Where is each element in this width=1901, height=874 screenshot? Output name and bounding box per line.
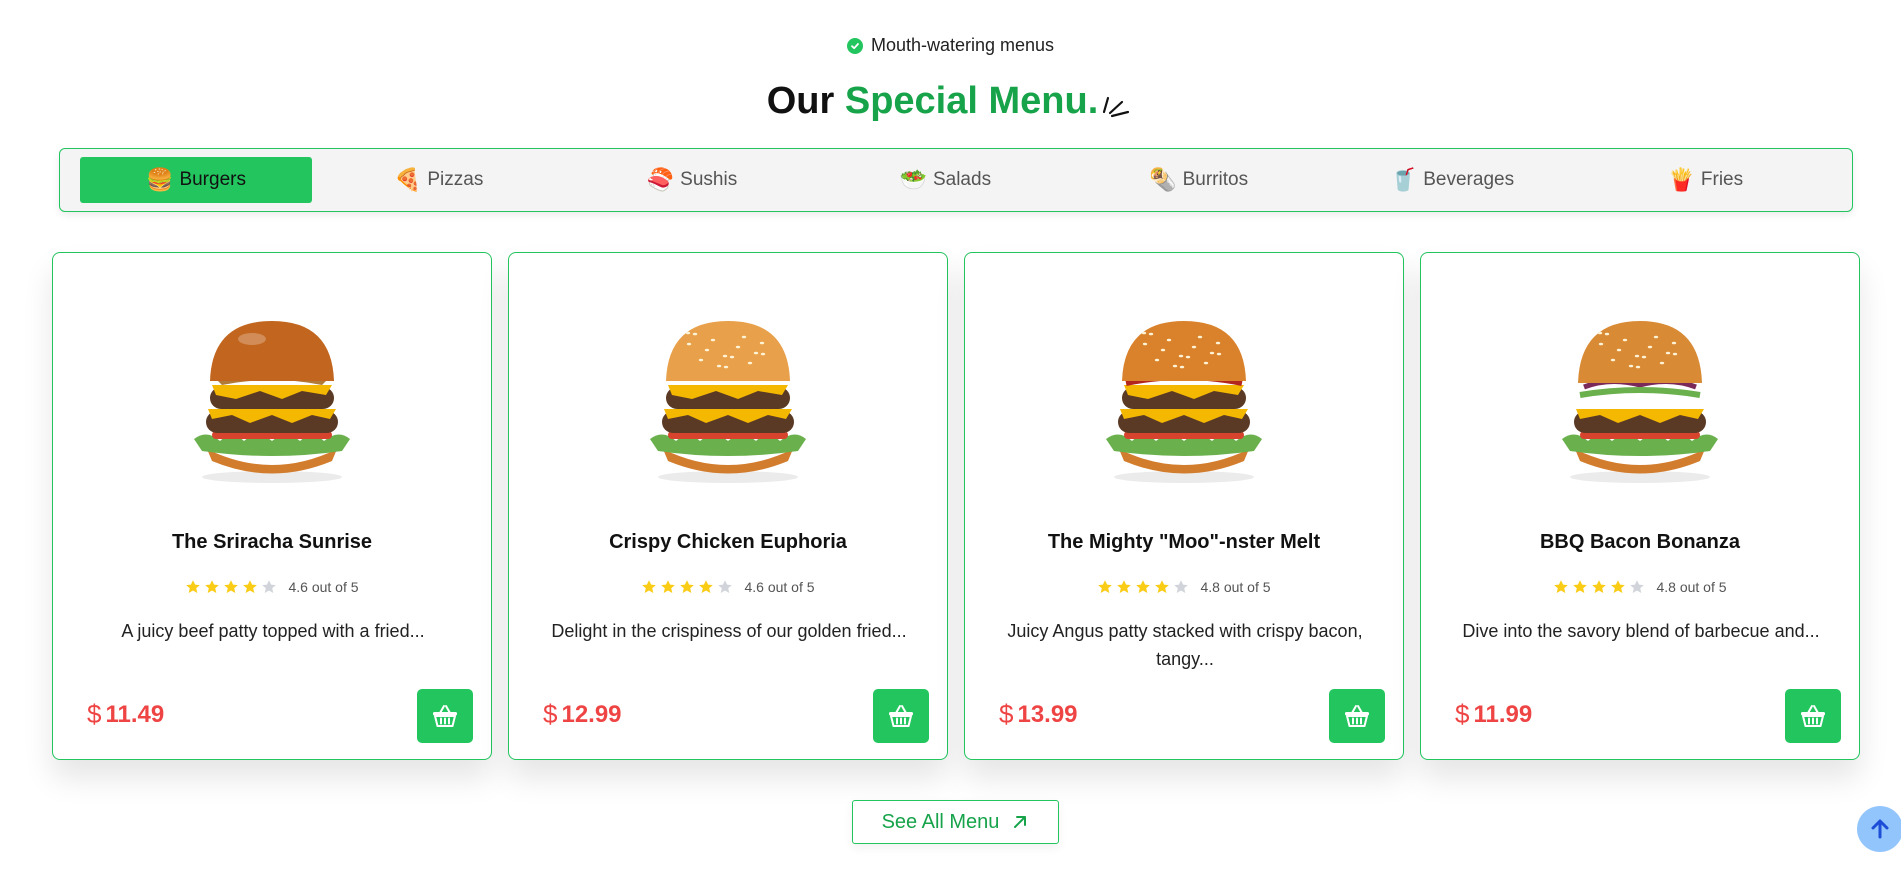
star-rating: 4.8 out of 5: [1421, 579, 1859, 595]
menu-item-price: $11.49: [87, 699, 164, 730]
tab-beverages[interactable]: 🥤 Beverages: [1325, 157, 1578, 203]
see-all-menu-button[interactable]: See All Menu: [852, 800, 1059, 844]
price-value: 13.99: [1017, 700, 1078, 728]
menu-item-price: $13.99: [999, 699, 1078, 730]
tab-label: Pizzas: [427, 169, 484, 190]
salad-icon: 🥗: [899, 167, 927, 192]
star-icon: [1154, 579, 1170, 595]
arrow-up-icon: [1871, 819, 1889, 839]
star-icon: [1591, 579, 1607, 595]
star-rating: 4.8 out of 5: [965, 579, 1403, 595]
burrito-icon: 🌯: [1149, 167, 1177, 192]
menu-item-card[interactable]: BBQ Bacon Bonanza 4.8 out of 5 Dive into t…: [1420, 252, 1860, 760]
basket-icon: [1801, 705, 1825, 727]
add-to-cart-button[interactable]: [1329, 689, 1385, 743]
tab-sushis[interactable]: 🍣 Sushis: [565, 157, 818, 203]
menu-item-name: The Mighty "Moo"-nster Melt: [1047, 531, 1321, 553]
tab-label: Salads: [932, 169, 992, 190]
section-eyebrow: Mouth-watering menus: [0, 35, 1901, 56]
menu-item-price: $12.99: [543, 699, 622, 730]
star-icon: [1553, 579, 1569, 595]
menu-item-name: Crispy Chicken Euphoria: [609, 531, 847, 553]
menu-item-description: Delight in the crispiness of our golden …: [551, 621, 907, 641]
menu-item-description: Dive into the savory blend of barbecue a…: [1462, 621, 1820, 641]
price-value: 11.99: [1473, 700, 1533, 728]
tab-burgers[interactable]: 🍔 Burgers: [80, 157, 312, 203]
rating-text: 4.8 out of 5: [1200, 579, 1271, 595]
burger-icon: 🍔: [146, 167, 174, 192]
eyebrow-text: Mouth-watering menus: [870, 35, 1055, 55]
rating-text: 4.8 out of 5: [1656, 579, 1727, 595]
tab-label: Burritos: [1182, 169, 1249, 190]
burger-image: [1421, 301, 1859, 501]
tab-burritos[interactable]: 🌯 Burritos: [1072, 157, 1325, 203]
menu-category-tabs: 🍔 Burgers 🍕 Pizzas 🍣 Sushis 🥗 Salads 🌯 Burritos 🥤 B…: [59, 148, 1853, 212]
scroll-to-top-button[interactable]: [1857, 806, 1901, 852]
menu-item-description: A juicy beef patty topped with a fried..…: [121, 621, 425, 641]
menu-cards: The Sriracha Sunrise 4.6 out of 5 A juicy …: [52, 252, 1860, 760]
basket-icon: [433, 705, 457, 727]
star-icon: [1610, 579, 1626, 595]
fries-icon: 🍟: [1667, 167, 1695, 192]
star-icon: [1116, 579, 1132, 595]
star-icon: [717, 579, 733, 595]
star-icon: [660, 579, 676, 595]
tab-fries[interactable]: 🍟 Fries: [1579, 157, 1832, 203]
see-all-label: See All Menu: [881, 810, 1000, 833]
menu-item-description: Juicy Angus patty stacked with crispy ba…: [1007, 621, 1363, 669]
sushi-icon: 🍣: [646, 167, 675, 192]
price-value: 12.99: [561, 700, 622, 728]
star-icon: [185, 579, 201, 595]
basket-icon: [1345, 705, 1369, 727]
tab-label: Fries: [1700, 169, 1744, 190]
star-icon: [204, 579, 220, 595]
tab-label: Sushis: [680, 169, 738, 190]
section-title: Our Special Menu.: [0, 80, 1901, 123]
star-icon: [1629, 579, 1645, 595]
title-plain: Our: [766, 80, 835, 122]
star-rating: 4.6 out of 5: [509, 579, 947, 595]
menu-item-card[interactable]: The Sriracha Sunrise 4.6 out of 5 A juicy …: [52, 252, 492, 760]
menu-item-card[interactable]: The Mighty "Moo"-nster Melt 4.8 out of 5 J…: [964, 252, 1404, 760]
star-icon: [641, 579, 657, 595]
arrow-up-right-icon: [1014, 816, 1027, 828]
rating-text: 4.6 out of 5: [288, 579, 359, 595]
tab-label: Burgers: [179, 169, 246, 190]
menu-item-card[interactable]: Crispy Chicken Euphoria 4.6 out of 5 Delig…: [508, 252, 948, 760]
price-value: 11.49: [105, 700, 165, 728]
currency-symbol: $: [543, 699, 558, 729]
burger-image: [509, 301, 947, 501]
tab-salads[interactable]: 🥗 Salads: [819, 157, 1072, 203]
add-to-cart-button[interactable]: [873, 689, 929, 743]
tab-pizzas[interactable]: 🍕 Pizzas: [312, 157, 565, 203]
currency-symbol: $: [1455, 699, 1470, 729]
currency-symbol: $: [87, 699, 102, 729]
star-icon: [1173, 579, 1189, 595]
star-icon: [679, 579, 695, 595]
star-icon: [1135, 579, 1151, 595]
menu-item-name: BBQ Bacon Bonanza: [1539, 531, 1741, 553]
menu-item-price: $11.99: [1455, 699, 1532, 730]
check-circle-icon: [846, 37, 863, 54]
menu-item-name: The Sriracha Sunrise: [171, 531, 373, 553]
title-accent: Special Menu.: [844, 80, 1099, 122]
add-to-cart-button[interactable]: [417, 689, 473, 743]
tab-label: Beverages: [1423, 169, 1515, 190]
sparkle-lines-icon: [1103, 96, 1130, 118]
star-icon: [261, 579, 277, 595]
currency-symbol: $: [999, 699, 1014, 729]
rating-text: 4.6 out of 5: [744, 579, 815, 595]
pizza-icon: 🍕: [393, 167, 422, 192]
star-icon: [223, 579, 239, 595]
star-icon: [1572, 579, 1588, 595]
burger-image: [53, 301, 491, 501]
beverage-icon: 🥤: [1389, 167, 1418, 192]
star-icon: [1097, 579, 1113, 595]
burger-image: [965, 301, 1403, 501]
star-rating: 4.6 out of 5: [53, 579, 491, 595]
basket-icon: [889, 705, 913, 727]
star-icon: [242, 579, 258, 595]
add-to-cart-button[interactable]: [1785, 689, 1841, 743]
star-icon: [698, 579, 714, 595]
